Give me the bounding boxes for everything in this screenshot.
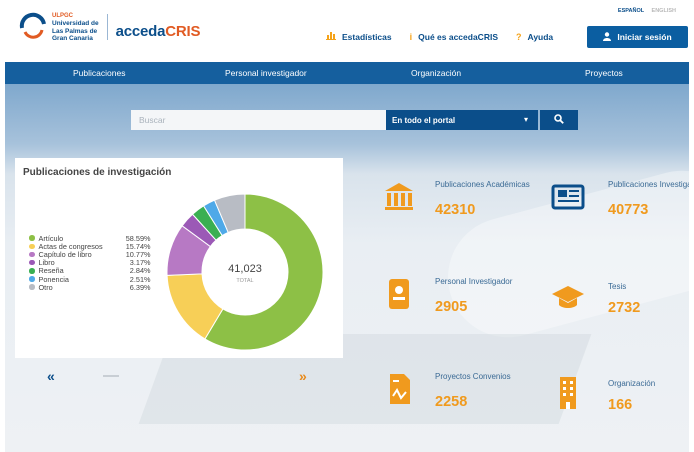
publications-chart-card: Publicaciones de investigación Artículo 5…	[15, 158, 343, 358]
legend-dot-icon	[29, 259, 35, 266]
stat-label: Publicaciones Investigación	[608, 180, 689, 189]
language-es[interactable]: ESPAÑOL	[618, 8, 644, 14]
chart-title: Publicaciones de investigación	[23, 167, 172, 178]
main-nav: Publicaciones Personal investigador Orga…	[5, 62, 689, 84]
language-en[interactable]: ENGLISH	[652, 8, 676, 14]
info-icon: i	[409, 31, 413, 42]
bar-chart-icon	[326, 31, 336, 42]
stat-value: 42310	[435, 202, 476, 218]
legend-dot-icon	[29, 243, 35, 250]
stat-value: 2732	[608, 300, 641, 316]
search-icon	[554, 111, 564, 129]
legend-percent: 6.39%	[129, 282, 151, 292]
brand-suffix: CRIS	[165, 22, 201, 40]
logo-acronym: ULPGC	[52, 13, 73, 19]
hero-section: Buscar En todo el portal ▾ Publicaciones…	[5, 84, 689, 452]
statistics-label: Estadísticas	[342, 31, 392, 42]
statistics-link[interactable]: Estadísticas	[326, 31, 392, 42]
search-scope-value: En todo el portal	[392, 115, 456, 125]
chart-legend: Artículo 58.59% Actas de congresos 15.74% Ca…	[29, 234, 151, 292]
brand-prefix: acceda	[115, 22, 166, 40]
question-icon: ?	[516, 31, 522, 42]
institution-icon	[385, 183, 413, 210]
donut-chart: 41,023 TOTAL	[166, 193, 324, 351]
stat-label: Tesis	[608, 282, 627, 291]
graduation-cap-icon	[552, 286, 584, 308]
logo-university-line-1: Universidad de	[52, 20, 99, 27]
carousel-indicator[interactable]	[103, 375, 119, 377]
legend-dot-icon	[29, 268, 35, 274]
brand-name: accedaCRIS	[116, 23, 201, 40]
legend-dot-icon	[29, 276, 35, 282]
user-icon	[603, 31, 612, 43]
legend-item[interactable]: Otro 6.39%	[29, 282, 151, 292]
login-label: Iniciar sesión	[617, 32, 672, 42]
ulpgc-logo[interactable]: ULPGC Universidad de Las Palmas de Gran …	[18, 12, 201, 43]
stat-value: 2905	[435, 299, 468, 315]
nav-publicaciones[interactable]: Publicaciones	[73, 68, 125, 78]
legend-label: Otro	[38, 282, 53, 292]
logo-text: ULPGC Universidad de Las Palmas de Gran …	[52, 12, 99, 43]
stat-value: 40773	[608, 202, 649, 218]
legend-dot-icon	[29, 251, 35, 258]
building-icon	[560, 377, 576, 409]
stat-label: Publicaciones Académicas	[435, 180, 530, 189]
stat-label: Organización	[608, 379, 656, 388]
chart-total-value: 41,023	[228, 263, 262, 275]
legend-dot-icon	[29, 235, 35, 241]
carousel-prev-button[interactable]: «	[47, 368, 55, 384]
top-links: Estadísticas i Qué es accedaCRIS ? Ayuda	[326, 31, 571, 42]
logo-university-line-2: Las Palmas de	[52, 27, 98, 35]
language-switcher: ESPAÑOL ENGLISH	[612, 8, 676, 14]
nav-proyectos[interactable]: Proyectos	[585, 68, 623, 78]
nav-personal-investigador[interactable]: Personal investigador	[225, 68, 307, 78]
help-label: Ayuda	[527, 31, 554, 42]
stat-value: 166	[608, 397, 633, 413]
header: ULPGC Universidad de Las Palmas de Gran …	[0, 0, 694, 62]
stat-value: 2258	[435, 394, 468, 410]
chevron-down-icon: ▾	[523, 115, 528, 124]
id-badge-icon	[389, 279, 409, 309]
about-label: Qué es accedaCRIS	[418, 31, 498, 42]
stat-label: Personal Investigador	[435, 277, 513, 286]
legend-dot-icon	[29, 284, 35, 290]
login-button[interactable]: Iniciar sesión	[587, 26, 688, 48]
chart-total-label: TOTAL	[236, 278, 253, 284]
carousel-next-button[interactable]: »	[299, 368, 307, 384]
project-document-icon	[390, 374, 410, 404]
about-link[interactable]: i Qué es accedaCRIS	[410, 32, 498, 42]
nav-organizacion[interactable]: Organización	[411, 68, 461, 78]
search-button[interactable]	[540, 110, 578, 130]
ulpgc-logo-icon	[18, 12, 48, 42]
logo-university-line-3: Gran Canaria	[52, 35, 93, 42]
stat-label: Proyectos Convenios	[435, 372, 511, 381]
help-link[interactable]: ? Ayuda	[516, 32, 553, 42]
search-input[interactable]: Buscar	[131, 110, 386, 130]
search-scope-select[interactable]: En todo el portal ▾	[386, 110, 538, 130]
newspaper-icon	[551, 184, 585, 210]
logo-divider	[106, 14, 108, 41]
